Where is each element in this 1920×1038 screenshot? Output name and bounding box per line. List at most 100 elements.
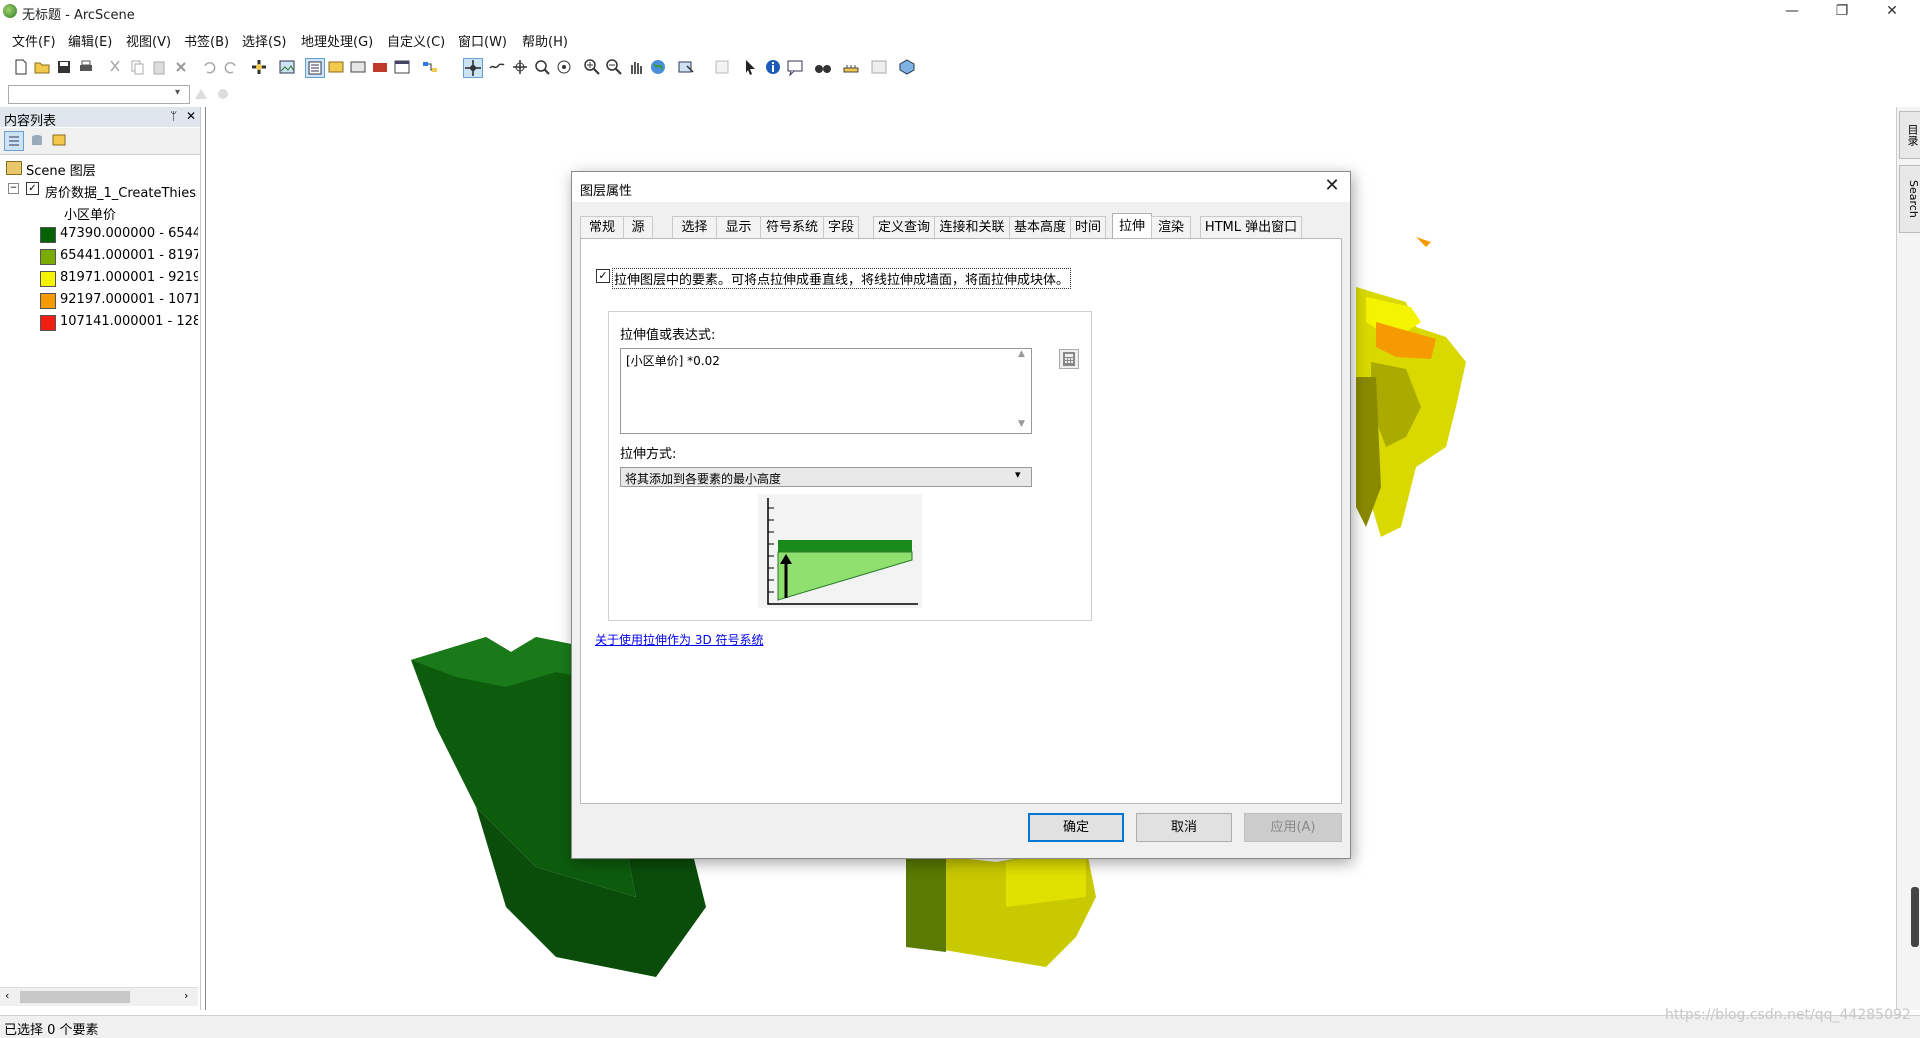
zoom-out-icon[interactable] — [605, 58, 623, 76]
list-by-selection-icon[interactable] — [50, 131, 68, 149]
menu-geoprocessing[interactable]: 地理处理(G) — [301, 31, 373, 50]
search-tab[interactable]: Search — [1899, 165, 1920, 233]
tab-fields[interactable]: 字段 — [823, 216, 859, 238]
catalog-icon[interactable] — [327, 58, 345, 76]
watermark-text: https://blog.csdn.net/qq_44285092 — [1665, 1007, 1911, 1023]
full-extent-globe-icon[interactable] — [649, 58, 667, 76]
tab-html-popup[interactable]: HTML 弹出窗口 — [1200, 216, 1302, 238]
copy-icon[interactable] — [128, 58, 146, 76]
extrusion-method-dropdown[interactable]: 将其添加到各要素的最小高度 ▾ — [620, 467, 1032, 487]
extrude-features-checkbox[interactable]: ✓ — [596, 269, 610, 283]
chevron-down-icon[interactable]: ▼ — [1018, 419, 1025, 429]
ok-button[interactable]: 确定 — [1028, 813, 1124, 842]
toc-horizontal-scrollbar[interactable]: ‹ › — [0, 987, 198, 1006]
menu-help[interactable]: 帮助(H) — [522, 31, 568, 50]
add-data-icon[interactable] — [250, 58, 268, 76]
new-document-icon[interactable] — [12, 58, 30, 76]
collapse-icon[interactable]: − — [8, 183, 19, 194]
open-folder-icon[interactable] — [33, 58, 51, 76]
dialog-close-icon[interactable]: ✕ — [1318, 175, 1346, 199]
extrusion-help-link[interactable]: 关于使用拉伸作为 3D 符号系统 — [595, 631, 764, 648]
toc-view-tabs — [0, 128, 200, 155]
undo-icon[interactable] — [200, 58, 218, 76]
tab-base-heights[interactable]: 基本高度 — [1009, 216, 1071, 238]
html-popup-icon[interactable] — [786, 58, 804, 77]
model-builder-icon[interactable] — [421, 58, 439, 76]
menu-view[interactable]: 视图(V) — [126, 31, 171, 50]
legend-swatch-4 — [40, 293, 56, 309]
table-of-contents-icon[interactable] — [305, 58, 325, 78]
tab-joins-relates[interactable]: 连接和关联 — [934, 216, 1010, 238]
scene-properties-icon[interactable] — [278, 58, 296, 76]
legend-label-4: 92197.000001 - 1071 — [60, 292, 198, 307]
menu-edit[interactable]: 编辑(E) — [68, 31, 112, 50]
find-binoculars-icon[interactable] — [814, 58, 832, 76]
zoom-in-icon[interactable] — [583, 58, 601, 76]
expression-textarea[interactable]: [小区单价] *0.02 ▲ ▼ — [620, 348, 1032, 434]
zoom-to-target-icon[interactable] — [533, 58, 551, 76]
tab-symbology[interactable]: 符号系统 — [760, 216, 824, 238]
menu-customize[interactable]: 自定义(C) — [387, 31, 445, 50]
menu-file[interactable]: 文件(F) — [12, 31, 56, 50]
pan-hand-icon[interactable] — [627, 58, 645, 76]
tab-display[interactable]: 显示 — [716, 216, 761, 238]
print-icon[interactable] — [77, 58, 95, 76]
paste-icon[interactable] — [150, 58, 168, 76]
scroll-thumb[interactable] — [20, 991, 130, 1003]
calculator-icon — [1063, 352, 1075, 366]
clear-selection-icon[interactable] — [713, 58, 731, 76]
minimize-button[interactable]: — — [1770, 0, 1814, 24]
chevron-up-icon[interactable]: ▲ — [1018, 349, 1025, 359]
menu-windows[interactable]: 窗口(W) — [458, 31, 507, 50]
target-center-icon[interactable] — [511, 58, 529, 76]
tab-selection[interactable]: 选择 — [672, 216, 717, 238]
navigate-icon[interactable] — [463, 58, 483, 78]
python-window-icon[interactable] — [393, 58, 411, 76]
redo-icon[interactable] — [222, 58, 240, 76]
catalog-tab[interactable]: 目录 — [1899, 111, 1920, 159]
arctoolbox-icon[interactable] — [371, 58, 389, 76]
identify-icon[interactable] — [764, 58, 782, 76]
menu-selection[interactable]: 选择(S) — [242, 31, 286, 50]
close-window-button[interactable]: ✕ — [1870, 0, 1914, 24]
tab-general[interactable]: 常规 — [580, 216, 624, 238]
select-elements-arrow-icon[interactable] — [741, 58, 759, 76]
scroll-left-icon[interactable]: ‹ — [5, 989, 9, 1002]
layer-visibility-checkbox[interactable]: ✓ — [26, 182, 39, 195]
menu-bookmarks[interactable]: 书签(B) — [184, 31, 229, 50]
legend-label-3: 81971.000001 - 9219 — [60, 270, 198, 285]
cancel-button[interactable]: 取消 — [1136, 813, 1232, 842]
tab-definition-query[interactable]: 定义查询 — [873, 216, 935, 238]
expression-builder-button[interactable] — [1059, 349, 1079, 369]
search-window-icon[interactable] — [349, 58, 367, 76]
extrusion-preview-image — [758, 494, 922, 608]
tab-rendering[interactable]: 渲染 — [1151, 216, 1191, 238]
layer-combo-box[interactable]: ▾ — [8, 85, 190, 104]
tab-time[interactable]: 时间 — [1070, 216, 1106, 238]
cut-icon[interactable] — [106, 58, 124, 76]
list-by-source-icon[interactable] — [28, 131, 46, 149]
tab-source[interactable]: 源 — [623, 216, 653, 238]
dock-handle[interactable] — [1911, 887, 1919, 947]
pin-icon[interactable]: ᛘ — [170, 109, 177, 123]
save-icon[interactable] — [55, 58, 73, 76]
table-of-contents-panel: 内容列表 ᛘ ✕ Scene 图层 − ✓ 房价数据_1_CreateThies… — [0, 107, 201, 1010]
extrude-features-label[interactable]: 拉伸图层中的要素。可将点拉伸成垂直线，将线拉伸成墙面，将面拉伸成块体。 — [612, 268, 1072, 289]
apply-button[interactable]: 应用(A) — [1244, 813, 1342, 842]
3d-effects-icon[interactable] — [898, 58, 916, 76]
disabled-tool-icon[interactable] — [192, 85, 210, 103]
select-features-icon[interactable] — [677, 58, 695, 76]
expression-scrollbar[interactable]: ▲ ▼ — [1015, 349, 1031, 433]
toc-close-icon[interactable]: ✕ — [186, 109, 196, 123]
disabled-tool2-icon[interactable] — [214, 85, 232, 103]
delete-icon[interactable] — [172, 58, 190, 76]
fly-icon[interactable] — [488, 58, 506, 76]
restore-button[interactable]: ❐ — [1820, 0, 1864, 24]
legend-swatch-3 — [40, 271, 56, 287]
tab-extrusion[interactable]: 拉伸 — [1112, 213, 1152, 239]
animation-icon[interactable] — [870, 58, 888, 76]
list-by-drawing-order-icon[interactable] — [4, 131, 24, 151]
set-observer-icon[interactable] — [555, 58, 573, 76]
measure-icon[interactable] — [842, 58, 860, 76]
scroll-right-icon[interactable]: › — [184, 989, 188, 1002]
